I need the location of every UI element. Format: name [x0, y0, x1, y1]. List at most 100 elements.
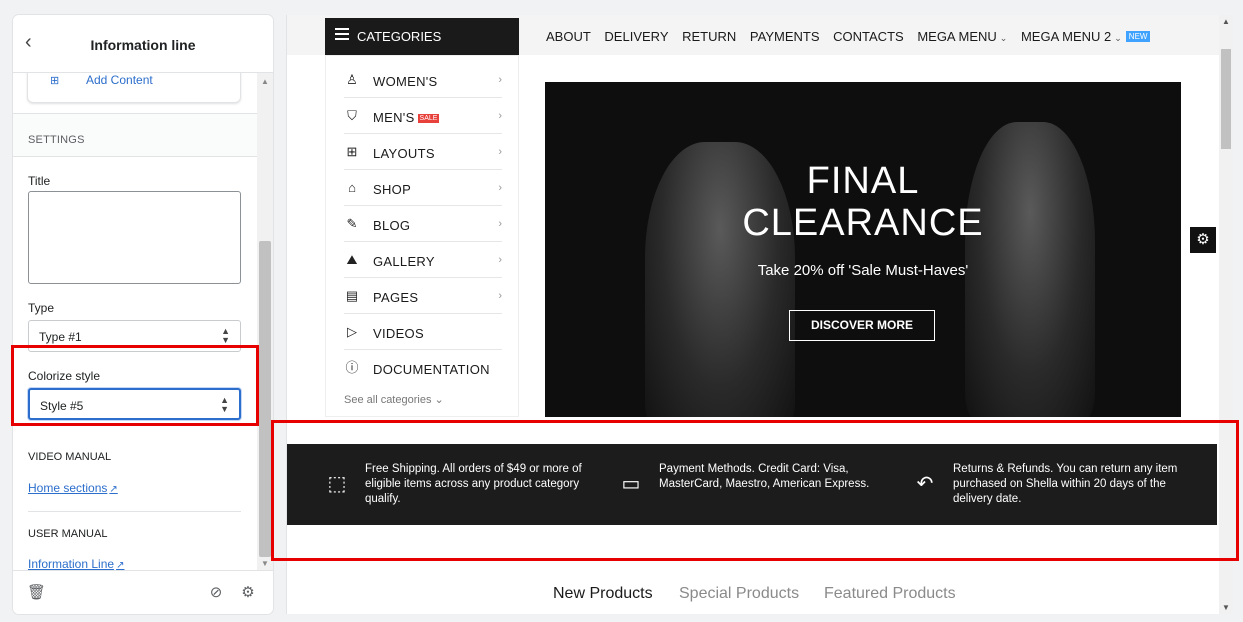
mountain-icon: ⛰ [346, 252, 358, 267]
settings-header: SETTINGS [13, 113, 257, 157]
see-all-label: See all categories [344, 394, 432, 406]
nav-mega-menu-2[interactable]: MEGA MENU 2 ⌄ NEW [1021, 29, 1151, 44]
grid-icon: ⊞ [346, 144, 358, 159]
category-label: LAYOUTS [373, 146, 435, 161]
scroll-up-icon[interactable]: ▲ [261, 77, 269, 86]
tab-new-products[interactable]: New Products [553, 585, 653, 603]
chevron-right-icon: › [498, 218, 502, 230]
edit-icon: ✎ [346, 216, 358, 231]
category-item-shop[interactable]: ⌂ SHOP › [326, 170, 520, 206]
categories-button[interactable]: CATEGORIES [325, 18, 519, 55]
category-item-pages[interactable]: ▤ PAGES › [326, 278, 520, 314]
hero-subtitle: Take 20% off 'Sale Must-Haves' [757, 262, 969, 279]
category-item-gallery[interactable]: ⛰ GALLERY › [326, 242, 520, 278]
information-line-link[interactable]: Information Line ↗ [28, 557, 124, 570]
category-label: SHOP [373, 182, 412, 197]
chevron-right-icon: › [498, 74, 502, 86]
category-label: PAGES [373, 290, 419, 305]
home-sections-link[interactable]: Home sections ↗ [28, 481, 118, 495]
category-item-womens[interactable]: ♙ WOMEN'S › [326, 62, 520, 98]
main-nav: ABOUT DELIVERY RETURN PAYMENTS CONTACTS … [546, 29, 1160, 44]
category-label: VIDEOS [373, 326, 424, 341]
chevron-down-icon: ⌄ [999, 33, 1008, 43]
user-manual-header: USER MANUAL [28, 528, 108, 540]
tab-featured-products[interactable]: Featured Products [824, 585, 956, 603]
discover-more-button[interactable]: DISCOVER MORE [789, 310, 935, 341]
home-sections-link-label: Home sections [28, 481, 108, 495]
gear-icon[interactable]: ⚙ [1190, 227, 1216, 253]
category-label: GALLERY [373, 254, 435, 269]
new-badge: NEW [1125, 31, 1151, 42]
panel-footer: 🗑 ⊘ ⚙ [13, 570, 273, 614]
hero-banner: FINAL CLEARANCE Take 20% off 'Sale Must-… [545, 82, 1181, 417]
type-select-value: Type #1 [39, 330, 82, 344]
category-label: DOCUMENTATION [373, 362, 490, 377]
highlight-box-information-line [271, 420, 1239, 561]
category-item-blog[interactable]: ✎ BLOG › [326, 206, 520, 242]
add-content-button[interactable]: ⊞ Add Content [27, 73, 241, 103]
nav-delivery[interactable]: DELIVERY [604, 29, 668, 44]
title-textarea[interactable] [28, 191, 241, 284]
scroll-down-icon[interactable]: ▼ [1222, 603, 1230, 612]
chevron-right-icon: › [498, 290, 502, 302]
type-field-label: Type [28, 301, 55, 315]
scrollbar-thumb[interactable] [259, 241, 271, 557]
scroll-up-icon[interactable]: ▲ [1222, 17, 1230, 26]
scroll-down-icon[interactable]: ▼ [261, 559, 269, 568]
select-arrows-icon: ▲ ▼ [221, 326, 230, 345]
external-link-icon: ↗ [116, 560, 125, 570]
nav-contacts[interactable]: CONTACTS [833, 29, 904, 44]
section-editor-panel: ‹ Information line ⊞ Add Content SETTING… [13, 15, 273, 614]
panel-body: ⊞ Add Content SETTINGS Title Type Type #… [13, 73, 257, 570]
information-line-link-label: Information Line [28, 557, 115, 570]
category-item-mens[interactable]: ⛉ MEN'S SALE › [326, 98, 520, 134]
category-item-documentation[interactable]: ⓘ DOCUMENTATION [326, 350, 520, 386]
hero-title-line1: FINAL [806, 160, 920, 202]
highlight-box-colorize [11, 345, 259, 426]
divider [28, 511, 241, 512]
tab-special-products[interactable]: Special Products [679, 585, 799, 603]
category-item-layouts[interactable]: ⊞ LAYOUTS › [326, 134, 520, 170]
hero-title-line2: CLEARANCE [742, 202, 984, 244]
store-icon: ⌂ [348, 180, 356, 195]
info-icon: ⓘ [345, 360, 359, 375]
chevron-right-icon: › [498, 254, 502, 266]
shirt-icon: ⛉ [347, 108, 357, 123]
nav-payments[interactable]: PAYMENTS [750, 29, 820, 44]
gear-icon[interactable]: ⚙ [239, 584, 257, 602]
category-label-text: MEN'S [373, 110, 415, 125]
chevron-down-icon: ⌄ [1114, 33, 1122, 43]
nav-mega-menu-2-label: MEGA MENU 2 [1020, 29, 1112, 44]
nav-mega-menu-label: MEGA MENU [917, 29, 997, 44]
category-label: BLOG [373, 218, 411, 233]
trash-icon[interactable]: 🗑 [27, 584, 46, 602]
settings-header-label: SETTINGS [28, 134, 85, 146]
play-icon: ▷ [347, 324, 357, 339]
eye-off-icon[interactable]: ⊘ [207, 584, 225, 602]
chevron-right-icon: › [498, 146, 502, 158]
categories-label: CATEGORIES [357, 29, 442, 44]
id-card-icon: ▤ [345, 288, 359, 303]
add-block-icon: ⊞ [50, 75, 60, 87]
nav-mega-menu[interactable]: MEGA MENU ⌄ [917, 29, 1007, 44]
see-all-categories-link[interactable]: See all categories ⌄ [344, 393, 444, 406]
panel-header: ‹ Information line [13, 15, 273, 73]
video-manual-header: VIDEO MANUAL [28, 451, 112, 463]
sale-badge: SALE [417, 114, 440, 123]
panel-title: Information line [90, 37, 196, 53]
menu-icon [335, 28, 349, 40]
external-link-icon: ↗ [109, 484, 118, 495]
nav-about[interactable]: ABOUT [546, 29, 591, 44]
category-item-videos[interactable]: ▷ VIDEOS [326, 314, 520, 350]
scrollbar-thumb[interactable] [1221, 49, 1231, 149]
dress-icon: ♙ [346, 72, 358, 87]
category-menu: ♙ WOMEN'S › ⛉ MEN'S SALE › ⊞ LAYOUTS › ⌂ … [325, 55, 519, 417]
chevron-down-icon: ⌄ [434, 394, 444, 406]
nav-return[interactable]: RETURN [682, 29, 736, 44]
category-label: MEN'S SALE [373, 110, 440, 125]
chevron-right-icon: › [498, 182, 502, 194]
add-content-label: Add Content [86, 73, 153, 87]
category-label: WOMEN'S [373, 74, 438, 89]
chevron-right-icon: › [498, 110, 502, 122]
title-field-label: Title [28, 174, 51, 188]
